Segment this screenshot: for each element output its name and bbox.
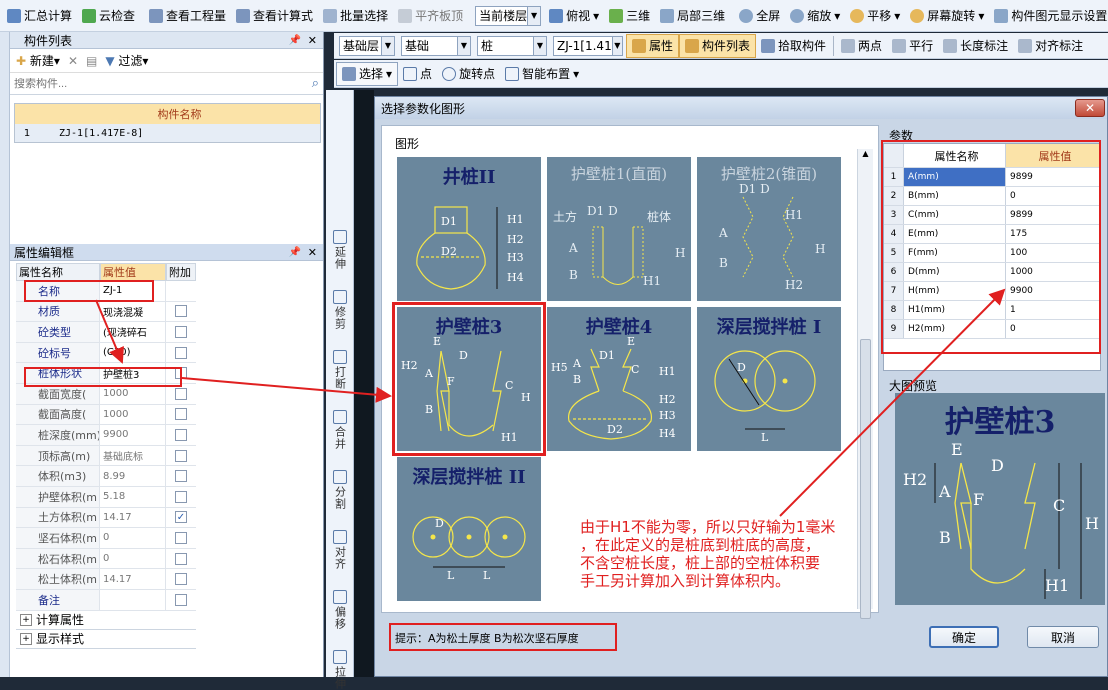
arrow-note-to-param: [779, 288, 1006, 517]
annotation-arrows: [95, 288, 1006, 517]
arrow-shape-to-tile: [181, 377, 392, 403]
arrow-name-to-shape: [95, 299, 124, 364]
